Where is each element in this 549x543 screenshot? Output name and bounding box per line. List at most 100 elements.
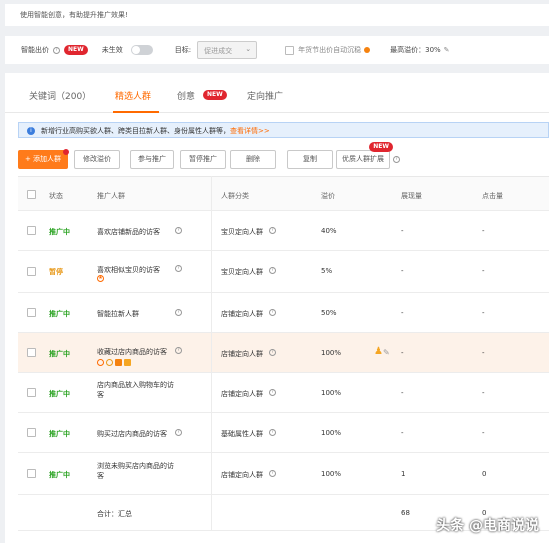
tag-icon xyxy=(106,359,113,366)
goal-value: 促进成交 xyxy=(204,47,233,55)
add-audience-button[interactable]: + 添加人群 xyxy=(18,149,69,169)
premium-value[interactable]: 100% xyxy=(321,429,341,437)
header-audience: 推广人群 xyxy=(97,192,125,200)
help-icon[interactable]: ? xyxy=(269,429,276,436)
table-row[interactable]: 推广中 收藏过店内商品的访客 ? 店铺定向人群 ? 100% ♟ ✎ - - xyxy=(18,333,549,373)
status-label[interactable]: 推广中 xyxy=(49,429,70,439)
status-label[interactable]: 暂停 xyxy=(49,267,63,277)
audience-name: 收藏过店内商品的访客 xyxy=(97,348,167,356)
tag-icon xyxy=(115,359,122,366)
help-icon[interactable]: ? xyxy=(175,227,182,234)
edit-icon[interactable]: ✎ xyxy=(444,46,450,54)
clicks-value: - xyxy=(482,389,485,397)
header-premium: 溢价 xyxy=(321,192,335,200)
info-link[interactable]: 查看详情>> xyxy=(230,127,270,135)
row-checkbox[interactable] xyxy=(27,348,36,357)
total-impressions: 68 xyxy=(401,509,410,517)
expand-new-badge: NEW xyxy=(369,142,393,152)
impressions-value: - xyxy=(401,309,404,317)
table-row[interactable]: 推广中 购买过店内商品的访客 ? 基础属性人群 ? 100% - - xyxy=(18,413,549,453)
help-icon[interactable]: ? xyxy=(175,347,182,354)
join-promotion-button[interactable]: 参与推广 xyxy=(130,150,174,169)
audience-category: 店铺定向人群 xyxy=(221,471,263,479)
row-checkbox[interactable] xyxy=(27,388,36,397)
column-divider xyxy=(211,176,212,531)
main-panel: 关键词（200） 精选人群 创意 NEW 定向推广 i 新增行业高购买欲人群、跨类… xyxy=(5,73,549,543)
info-icon: i xyxy=(27,127,35,135)
goal-label: 目标: xyxy=(174,46,192,54)
tab-creative[interactable]: 创意 xyxy=(177,89,195,102)
help-icon[interactable]: ? xyxy=(269,267,276,274)
premium-value[interactable]: 100% xyxy=(321,349,341,357)
bid-settings-bar: 智能出价 ? NEW 未生效 目标: 促进成交 ⌄ 年货节出价自动沉稳 最高溢价：… xyxy=(5,36,549,64)
copy-button[interactable]: 复制 xyxy=(287,150,333,169)
row-checkbox[interactable] xyxy=(27,226,36,235)
row-checkbox[interactable] xyxy=(27,267,36,276)
help-icon[interactable]: ? xyxy=(269,309,276,316)
active-tab-indicator xyxy=(113,111,159,113)
premium-value[interactable]: 50% xyxy=(321,309,337,317)
audience-category: 店铺定向人群 xyxy=(221,350,263,358)
help-icon[interactable]: ? xyxy=(175,309,182,316)
table-row[interactable]: 推广中 智能拉新人群 ? 店铺定向人群 ? 50% - - xyxy=(18,293,549,333)
premium-value[interactable]: 100% xyxy=(321,389,341,397)
delete-button[interactable]: 删除 xyxy=(230,150,276,169)
row-checkbox[interactable] xyxy=(27,428,36,437)
notification-dot xyxy=(63,149,69,155)
tab-bar: 关键词（200） 精选人群 创意 NEW 定向推广 xyxy=(5,73,549,113)
modify-premium-button[interactable]: 修改溢价 xyxy=(74,150,120,169)
premium-value[interactable]: 5% xyxy=(321,267,332,275)
tab-selected-audience[interactable]: 精选人群 xyxy=(115,89,151,102)
tab-targeting[interactable]: 定向推广 xyxy=(247,89,283,102)
status-label[interactable]: 推广中 xyxy=(49,470,70,480)
audience-category: 店铺定向人群 xyxy=(221,310,263,318)
tip-bar: 使用智能创意，有助提升推广效果! xyxy=(5,4,549,26)
header-category: 人群分类 xyxy=(221,192,249,200)
help-icon[interactable]: ? xyxy=(269,389,276,396)
help-icon[interactable]: ? xyxy=(269,470,276,477)
goal-select[interactable]: 促进成交 ⌄ xyxy=(197,41,258,59)
help-icon[interactable]: ? xyxy=(175,429,182,436)
header-impressions: 展现量 xyxy=(401,192,422,200)
help-icon[interactable]: ? xyxy=(269,227,276,234)
festival-checkbox[interactable] xyxy=(285,45,295,55)
help-icon[interactable]: ? xyxy=(393,156,400,163)
row-checkbox[interactable] xyxy=(27,469,36,478)
header-clicks: 点击量 xyxy=(482,192,503,200)
status-label[interactable]: 推广中 xyxy=(49,227,70,237)
clicks-value: - xyxy=(482,349,485,357)
tab-keywords[interactable]: 关键词（200） xyxy=(29,89,91,102)
clicks-value: 0 xyxy=(482,470,487,478)
table-row[interactable]: 暂停 喜欢相似宝贝的访客 ? ★ 宝贝定向人群 ? 5% - - xyxy=(18,251,549,293)
total-label: 合计：汇总 xyxy=(97,510,132,518)
smart-bid-toggle[interactable] xyxy=(130,45,153,55)
status-label[interactable]: 推广中 xyxy=(49,349,70,359)
status-label[interactable]: 推广中 xyxy=(49,389,70,399)
table-row[interactable]: 推广中 浏览未购买店内商品的访客 店铺定向人群 ? 100% 1 0 xyxy=(18,453,549,495)
user-icon: ♟ xyxy=(374,346,383,357)
pause-promotion-button[interactable]: 暂停推广 xyxy=(180,150,226,169)
info-bar: i 新增行业高购买欲人群、跨类目拉新人群、身份属性人群等，查看详情>> xyxy=(18,122,549,138)
audience-category: 宝贝定向人群 xyxy=(221,268,263,276)
header-status: 状态 xyxy=(49,192,63,200)
audience-name: 购买过店内商品的访客 xyxy=(97,430,167,438)
smart-bid-status: 未生效 xyxy=(101,46,123,54)
clicks-value: - xyxy=(482,309,485,317)
recommend-icon: ★ xyxy=(97,275,104,282)
clicks-value: - xyxy=(482,429,485,437)
table-row[interactable]: 推广中 喜欢店铺新品的访客 ? 宝贝定向人群 ? 40% - - xyxy=(18,211,549,251)
audience-name: 浏览未购买店内商品的访客 xyxy=(97,462,174,480)
help-icon[interactable]: ? xyxy=(269,349,276,356)
tip-text: 使用智能创意，有助提升推广效果! xyxy=(20,11,128,19)
status-label[interactable]: 推广中 xyxy=(49,309,70,319)
help-icon[interactable]: ? xyxy=(175,265,182,272)
select-all-checkbox[interactable] xyxy=(27,190,36,199)
audience-expand-button[interactable]: 优质人群扩展 NEW xyxy=(336,142,393,169)
help-icon[interactable]: ? xyxy=(53,46,60,54)
premium-value[interactable]: 40% xyxy=(321,227,337,235)
impressions-value: 1 xyxy=(401,470,406,478)
edit-icon[interactable]: ✎ xyxy=(383,348,390,357)
table-row[interactable]: 推广中 店内商品放入购物车的访客 店铺定向人群 ? 100% - - xyxy=(18,373,549,413)
row-checkbox[interactable] xyxy=(27,308,36,317)
premium-value[interactable]: 100% xyxy=(321,470,341,478)
